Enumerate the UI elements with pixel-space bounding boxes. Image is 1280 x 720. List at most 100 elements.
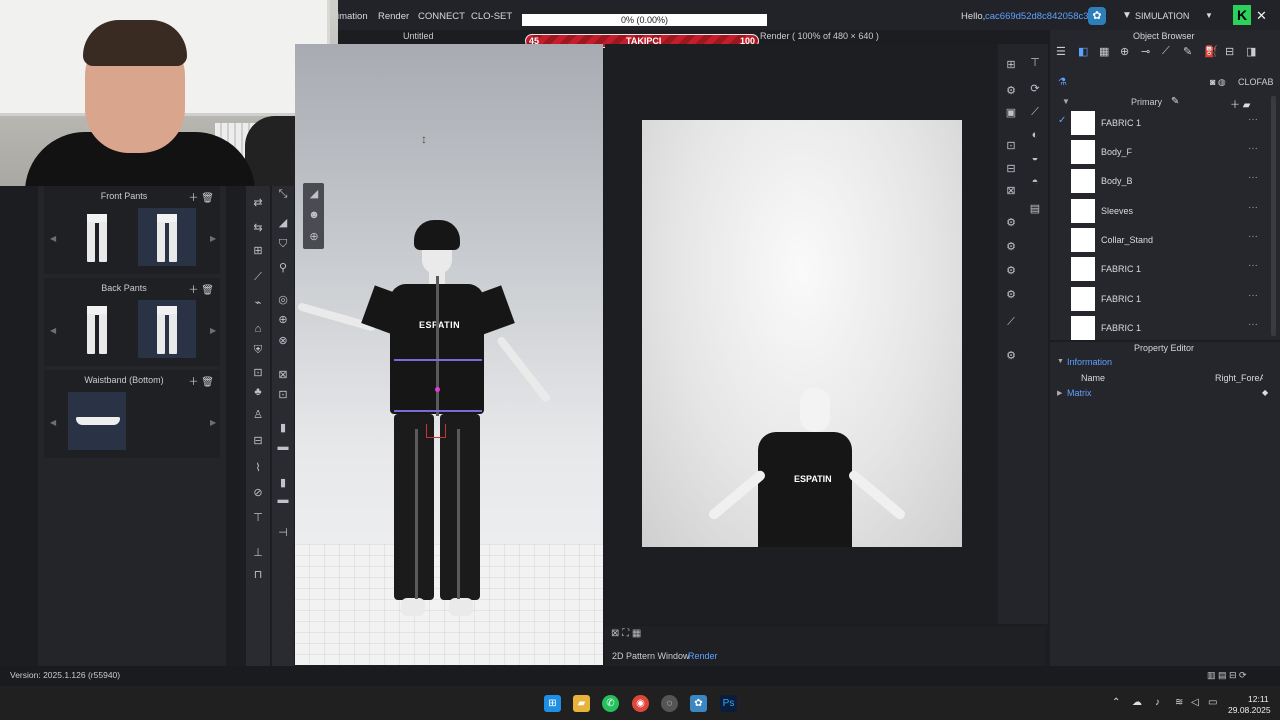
tool-icon[interactable]: ◐ [1028,129,1042,141]
close-icon[interactable]: ✕ [1256,8,1267,24]
grid-icon[interactable]: ▦ [1099,45,1109,58]
tool-icon[interactable]: ◎ [276,293,290,306]
arrow-right-icon[interactable]: ▶ [210,234,216,243]
fabric-row[interactable]: Collar_Stand ··· [1054,226,1270,254]
clo-app-icon[interactable]: ✿ [1088,7,1106,25]
clock-date[interactable]: 29.08.2025 [1228,705,1271,715]
more-icon[interactable]: ··· [1248,143,1258,154]
arrow-left-icon[interactable]: ◀ [50,418,56,427]
wifi-icon[interactable]: ≋ [1175,697,1183,708]
tool-icon[interactable]: ⟋ [1004,316,1018,329]
add-icon[interactable]: ＋ 🗑 [189,281,214,296]
fabric-row[interactable]: Body_F ··· [1054,138,1270,166]
tool-icon[interactable]: ⤡ [276,188,290,201]
more-icon[interactable]: ··· [1248,231,1258,242]
information-group[interactable]: Information [1067,357,1112,367]
tool-icon[interactable]: ⊟ [251,434,265,447]
arrow-right-icon[interactable]: ▶ [210,418,216,427]
more-icon[interactable]: ··· [1248,319,1258,330]
more-icon[interactable]: ··· [1248,172,1258,183]
button-icon[interactable]: ⊕ [1120,45,1129,58]
graphic-icon[interactable]: ⛽ [1204,45,1218,58]
tool-icon[interactable]: ◢ [276,216,290,229]
more-icon[interactable]: ··· [1248,114,1258,125]
tool-icon[interactable]: ⊞ [1004,58,1018,71]
render-preview[interactable]: ESPATIN [642,120,962,547]
colorway-primary[interactable]: Primary [1131,97,1162,107]
tool-icon[interactable]: ⚙ [1004,349,1018,362]
tool-icon[interactable]: ⊕ [276,313,290,326]
tool-icon[interactable]: ⊡ [251,366,265,379]
pattern-thumb-selected[interactable] [138,208,196,266]
tool-icon[interactable]: ▤ [1028,202,1042,215]
pattern-thumb[interactable] [68,208,126,266]
render-camera-icon[interactable]: ▣ [1004,106,1018,119]
tool-icon[interactable]: ⌂ [251,323,265,335]
library-icon[interactable]: ◙ ◍ [1210,77,1226,88]
windows-start-icon[interactable]: ⊞ [544,695,561,712]
clo-taskbar-icon[interactable]: ✿ [690,695,707,712]
tab-2d-pattern-window[interactable]: 2D Pattern Window [612,651,690,661]
menu-clo-set[interactable]: CLO-SET [471,11,512,22]
photoshop-icon[interactable]: Ps [720,695,737,712]
arrow-left-icon[interactable]: ◀ [50,326,56,335]
tool-icon[interactable]: ⊟ [1004,162,1018,175]
tool-icon[interactable]: ◢ [307,187,321,200]
battery-icon[interactable]: ▭ [1208,697,1217,708]
chevron-down-icon[interactable]: ▼ [1205,11,1213,20]
layout-icon[interactable]: ▥ ▤ ⊟ ⟳ [1207,670,1247,681]
tool-icon[interactable]: ▬ [276,494,290,506]
microphone-icon[interactable]: ♪ [1155,697,1160,708]
zipper-icon[interactable]: ⊟ [1225,45,1234,58]
tool-icon[interactable]: ⌇ [251,461,265,474]
settings-icon[interactable]: ⚙ [1004,288,1018,301]
fabric-icon[interactable]: ◧ [1078,45,1088,58]
trim-icon[interactable]: ✎ [1183,45,1192,58]
tool-icon[interactable]: ⊗ [276,334,290,347]
topstitch-icon[interactable]: ⟋ [1162,45,1170,58]
property-name-field[interactable]: Right_ForeArm [1215,373,1263,383]
add-icon[interactable]: ＋ 🗑 [189,189,214,204]
cloud-icon[interactable]: ☁ [1132,697,1142,708]
tool-icon[interactable]: ⊤ [1028,56,1042,69]
tool-icon[interactable]: ⟋ [251,271,265,284]
simulation-mode-select[interactable]: SIMULATION [1135,11,1189,21]
tool-icon[interactable]: ⟳ [1028,82,1042,95]
pattern-thumb[interactable] [68,300,126,358]
tool-icon[interactable]: ⌁ [251,296,265,309]
whatsapp-icon[interactable]: ✆ [602,695,619,712]
tool-icon[interactable]: ♙ [251,408,265,421]
chrome-icon[interactable]: ◉ [632,695,649,712]
tool-icon[interactable]: ⇄ [251,196,265,209]
edit-icon[interactable]: ✎ [1171,96,1179,107]
tab-render[interactable]: Render [688,651,718,661]
tool-icon[interactable]: ⊘ [251,486,265,499]
app-icon[interactable]: ◌ [661,695,678,712]
tool-icon[interactable]: ⚲ [276,261,290,274]
pattern-thumb-selected[interactable] [138,300,196,358]
more-icon[interactable]: ··· [1248,202,1258,213]
settings-icon[interactable]: ⚙ [1004,240,1018,253]
fabric-add-icon[interactable]: ⚗ [1058,77,1067,88]
settings-icon[interactable]: ⚙ [1004,264,1018,277]
tool-icon[interactable]: ⊤ [251,511,265,524]
tool-icon[interactable]: ▮ [276,421,290,434]
settings-icon[interactable]: ⚙ [1004,216,1018,229]
tool-icon[interactable]: ⊥ [251,546,265,559]
chevron-down-icon[interactable]: ▼ [1062,97,1070,106]
tool-icon[interactable]: ♣ [251,386,265,398]
matrix-group[interactable]: Matrix [1067,388,1092,398]
tray-chevron-icon[interactable]: ⌃ [1112,697,1120,708]
tool-icon[interactable]: ⊣ [276,526,290,539]
clock-time[interactable]: 12:11 [1248,694,1269,704]
avatar-toggle-icon[interactable]: ☻ [307,209,321,221]
fabric-row[interactable]: FABRIC 1 ··· [1054,255,1270,283]
arrow-right-icon[interactable]: ▶ [210,326,216,335]
volume-icon[interactable]: ◁ [1191,697,1199,708]
3d-viewport[interactable]: ESPATIN ↕ [295,44,603,665]
tool-icon[interactable]: ⚙ [1004,84,1018,97]
tool-icon[interactable]: ◒ [1028,152,1042,164]
bag-icon[interactable]: ◨ [1246,45,1256,58]
tool-icon[interactable]: ⛉ [276,238,290,251]
tool-icon[interactable]: ▬ [276,441,290,453]
